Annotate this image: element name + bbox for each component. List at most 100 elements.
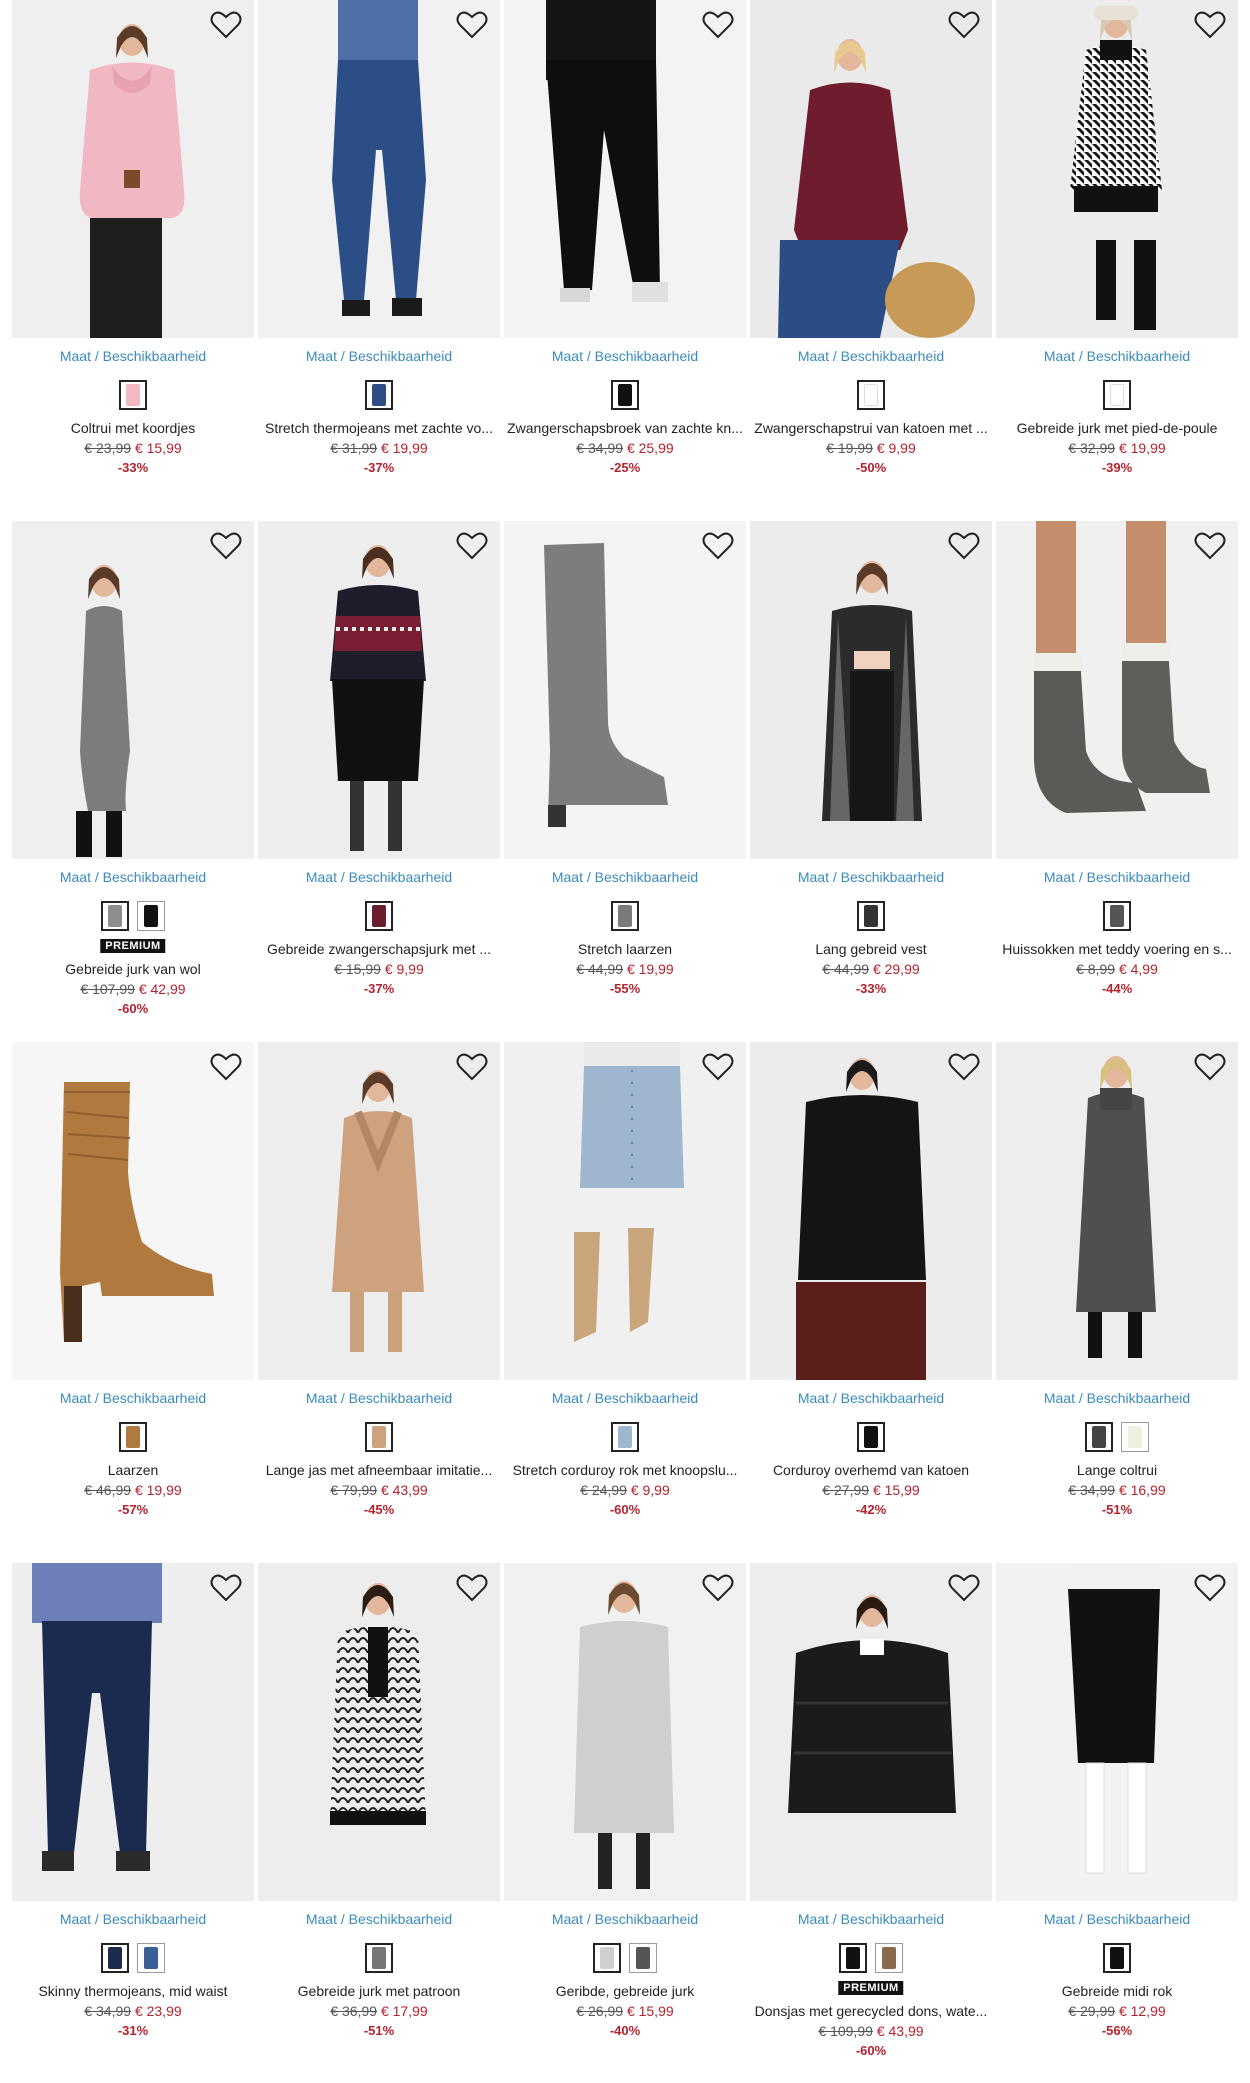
color-swatch[interactable]: [857, 901, 885, 931]
wishlist-heart-icon[interactable]: [702, 1052, 734, 1082]
color-swatch[interactable]: [137, 901, 165, 931]
product-name[interactable]: Lange coltrui: [996, 1462, 1238, 1478]
color-swatch[interactable]: [857, 1422, 885, 1452]
product-card[interactable]: Maat / Beschikbaarheid Zwangerschapsbroek…: [504, 0, 746, 520]
product-card[interactable]: Maat / Beschikbaarheid Stretch corduroy r…: [504, 1042, 746, 1562]
color-swatch[interactable]: [119, 1422, 147, 1452]
color-swatch[interactable]: [1121, 1422, 1149, 1452]
product-name[interactable]: Gebreide jurk van wol: [12, 961, 254, 977]
size-availability-link[interactable]: Maat / Beschikbaarheid: [504, 1390, 746, 1406]
product-image[interactable]: [750, 0, 992, 338]
wishlist-heart-icon[interactable]: [210, 531, 242, 561]
color-swatch[interactable]: [101, 1943, 129, 1973]
product-image[interactable]: [750, 521, 992, 859]
color-swatch[interactable]: [611, 901, 639, 931]
product-image[interactable]: [12, 0, 254, 338]
product-card[interactable]: Maat / Beschikbaarheid Laarzen € 46,99 € 1…: [12, 1042, 254, 1562]
product-name[interactable]: Laarzen: [12, 1462, 254, 1478]
product-name[interactable]: Huissokken met teddy voering en s...: [996, 941, 1238, 957]
product-card[interactable]: Maat / Beschikbaarheid Stretch thermojean…: [258, 0, 500, 520]
size-availability-link[interactable]: Maat / Beschikbaarheid: [258, 1390, 500, 1406]
wishlist-heart-icon[interactable]: [948, 10, 980, 40]
product-name[interactable]: Geribde, gebreide jurk: [504, 1983, 746, 1999]
wishlist-heart-icon[interactable]: [456, 1573, 488, 1603]
product-image[interactable]: [750, 1042, 992, 1380]
color-swatch[interactable]: [857, 380, 885, 410]
product-name[interactable]: Stretch laarzen: [504, 941, 746, 957]
product-name[interactable]: Zwangerschapstrui van katoen met ...: [750, 420, 992, 436]
size-availability-link[interactable]: Maat / Beschikbaarheid: [12, 869, 254, 885]
product-name[interactable]: Lang gebreid vest: [750, 941, 992, 957]
color-swatch[interactable]: [1103, 901, 1131, 931]
color-swatch[interactable]: [365, 1943, 393, 1973]
color-swatch[interactable]: [839, 1943, 867, 1973]
product-image[interactable]: [12, 1563, 254, 1901]
size-availability-link[interactable]: Maat / Beschikbaarheid: [258, 348, 500, 364]
product-name[interactable]: Skinny thermojeans, mid waist: [12, 1983, 254, 1999]
wishlist-heart-icon[interactable]: [1194, 1573, 1226, 1603]
wishlist-heart-icon[interactable]: [210, 1052, 242, 1082]
product-image[interactable]: [504, 0, 746, 338]
product-image[interactable]: [258, 1042, 500, 1380]
product-card[interactable]: Maat / Beschikbaarheid PREMIUM Gebreide ju…: [12, 521, 254, 1041]
wishlist-heart-icon[interactable]: [702, 531, 734, 561]
product-card[interactable]: Maat / Beschikbaarheid Lange jas met afne…: [258, 1042, 500, 1562]
product-image[interactable]: [996, 1563, 1238, 1901]
size-availability-link[interactable]: Maat / Beschikbaarheid: [996, 348, 1238, 364]
color-swatch[interactable]: [365, 1422, 393, 1452]
product-image[interactable]: [996, 0, 1238, 338]
size-availability-link[interactable]: Maat / Beschikbaarheid: [12, 348, 254, 364]
wishlist-heart-icon[interactable]: [1194, 531, 1226, 561]
size-availability-link[interactable]: Maat / Beschikbaarheid: [12, 1911, 254, 1927]
product-image[interactable]: [996, 521, 1238, 859]
color-swatch[interactable]: [1085, 1422, 1113, 1452]
product-name[interactable]: Stretch thermojeans met zachte vo...: [258, 420, 500, 436]
size-availability-link[interactable]: Maat / Beschikbaarheid: [996, 869, 1238, 885]
wishlist-heart-icon[interactable]: [948, 1573, 980, 1603]
product-card[interactable]: Maat / Beschikbaarheid Huissokken met ted…: [996, 521, 1238, 1041]
color-swatch[interactable]: [611, 380, 639, 410]
size-availability-link[interactable]: Maat / Beschikbaarheid: [504, 348, 746, 364]
product-card[interactable]: Maat / Beschikbaarheid Geribde, gebreide …: [504, 1563, 746, 2083]
wishlist-heart-icon[interactable]: [1194, 10, 1226, 40]
size-availability-link[interactable]: Maat / Beschikbaarheid: [750, 869, 992, 885]
product-card[interactable]: Maat / Beschikbaarheid Coltrui met koordj…: [12, 0, 254, 520]
wishlist-heart-icon[interactable]: [456, 1052, 488, 1082]
product-card[interactable]: Maat / Beschikbaarheid Gebreide jurk met …: [258, 1563, 500, 2083]
product-name[interactable]: Zwangerschapsbroek van zachte kn...: [504, 420, 746, 436]
size-availability-link[interactable]: Maat / Beschikbaarheid: [996, 1911, 1238, 1927]
product-image[interactable]: [504, 1563, 746, 1901]
size-availability-link[interactable]: Maat / Beschikbaarheid: [750, 348, 992, 364]
product-card[interactable]: Maat / Beschikbaarheid Stretch laarzen € 4…: [504, 521, 746, 1041]
color-swatch[interactable]: [1103, 380, 1131, 410]
size-availability-link[interactable]: Maat / Beschikbaarheid: [12, 1390, 254, 1406]
color-swatch[interactable]: [101, 901, 129, 931]
color-swatch[interactable]: [593, 1943, 621, 1973]
size-availability-link[interactable]: Maat / Beschikbaarheid: [996, 1390, 1238, 1406]
product-name[interactable]: Gebreide jurk met patroon: [258, 1983, 500, 1999]
product-image[interactable]: [504, 521, 746, 859]
color-swatch[interactable]: [365, 380, 393, 410]
size-availability-link[interactable]: Maat / Beschikbaarheid: [258, 869, 500, 885]
wishlist-heart-icon[interactable]: [210, 1573, 242, 1603]
product-name[interactable]: Corduroy overhemd van katoen: [750, 1462, 992, 1478]
product-name[interactable]: Gebreide jurk met pied-de-poule: [996, 420, 1238, 436]
product-image[interactable]: [996, 1042, 1238, 1380]
wishlist-heart-icon[interactable]: [702, 1573, 734, 1603]
size-availability-link[interactable]: Maat / Beschikbaarheid: [750, 1911, 992, 1927]
product-image[interactable]: [258, 1563, 500, 1901]
color-swatch[interactable]: [137, 1943, 165, 1973]
product-card[interactable]: Maat / Beschikbaarheid Lang gebreid vest €…: [750, 521, 992, 1041]
product-name[interactable]: Gebreide midi rok: [996, 1983, 1238, 1999]
product-image[interactable]: [258, 0, 500, 338]
product-name[interactable]: Coltrui met koordjes: [12, 420, 254, 436]
product-image[interactable]: [750, 1563, 992, 1901]
wishlist-heart-icon[interactable]: [210, 10, 242, 40]
product-name[interactable]: Donsjas met gerecycled dons, wate...: [750, 2003, 992, 2019]
product-name[interactable]: Gebreide zwangerschapsjurk met ...: [258, 941, 500, 957]
color-swatch[interactable]: [611, 1422, 639, 1452]
wishlist-heart-icon[interactable]: [948, 1052, 980, 1082]
product-image[interactable]: [12, 1042, 254, 1380]
product-name[interactable]: Stretch corduroy rok met knoopslu...: [504, 1462, 746, 1478]
color-swatch[interactable]: [119, 380, 147, 410]
